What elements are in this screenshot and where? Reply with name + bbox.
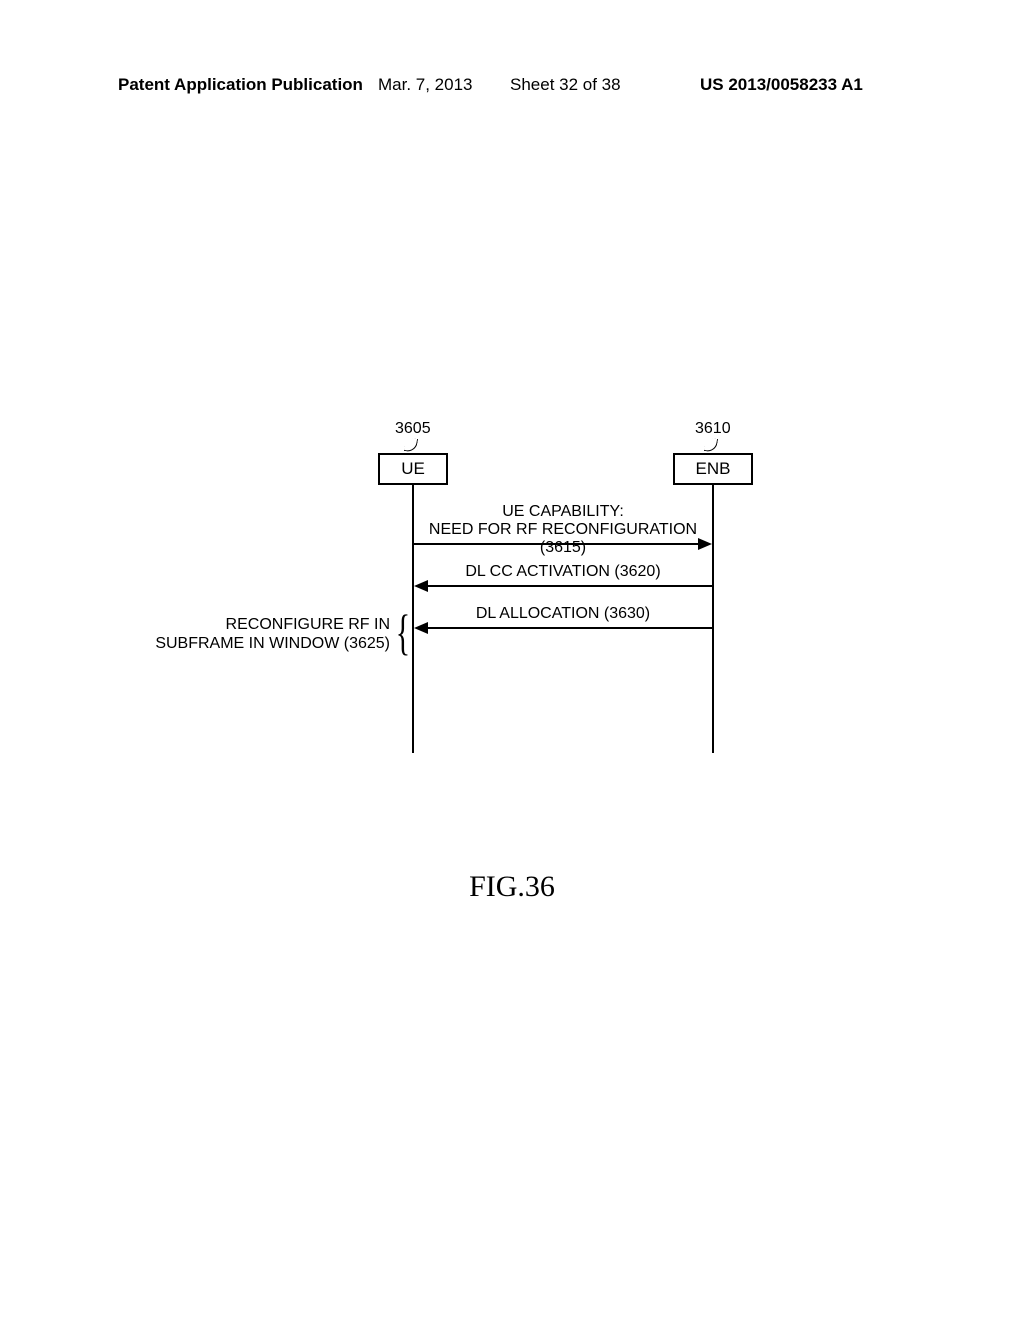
side-line2: SUBFRAME IN WINDOW (3625) [145,634,390,653]
ue-box: UE [378,453,448,485]
msg2-arrow-head [414,580,428,592]
enb-ref-number: 3610 [695,420,731,438]
sequence-diagram: 3605 UE 3610 ENB UE CAPABILITY: NEED FOR… [0,420,1024,770]
msg3-arrow-line [426,627,712,629]
msg2-arrow-line [426,585,712,587]
msg1-line1: UE CAPABILITY: [414,503,712,521]
msg2-label: DL CC ACTIVATION (3620) [414,563,712,581]
header-sheet: Sheet 32 of 38 [510,75,621,95]
msg1-label: UE CAPABILITY: NEED FOR RF RECONFIGURATI… [414,503,712,557]
enb-ref-tick [704,437,718,453]
side-annotation: RECONFIGURE RF IN SUBFRAME IN WINDOW (36… [145,615,390,653]
ue-ref-tick [404,437,418,453]
header-publication: Patent Application Publication [118,75,363,95]
brace-icon: { [396,607,410,657]
enb-lifeline [712,483,714,753]
side-line1: RECONFIGURE RF IN [145,615,390,634]
header-docnum: US 2013/0058233 A1 [700,75,863,95]
figure-caption: FIG.36 [0,870,1024,904]
ue-ref-number: 3605 [395,420,431,438]
msg3-arrow-head [414,622,428,634]
msg3-label: DL ALLOCATION (3630) [414,605,712,623]
msg1-arrow-head [698,538,712,550]
msg1-arrow-line [414,543,700,545]
msg1-line2: NEED FOR RF RECONFIGURATION (3615) [414,521,712,557]
header-date: Mar. 7, 2013 [378,75,473,95]
enb-box: ENB [673,453,753,485]
